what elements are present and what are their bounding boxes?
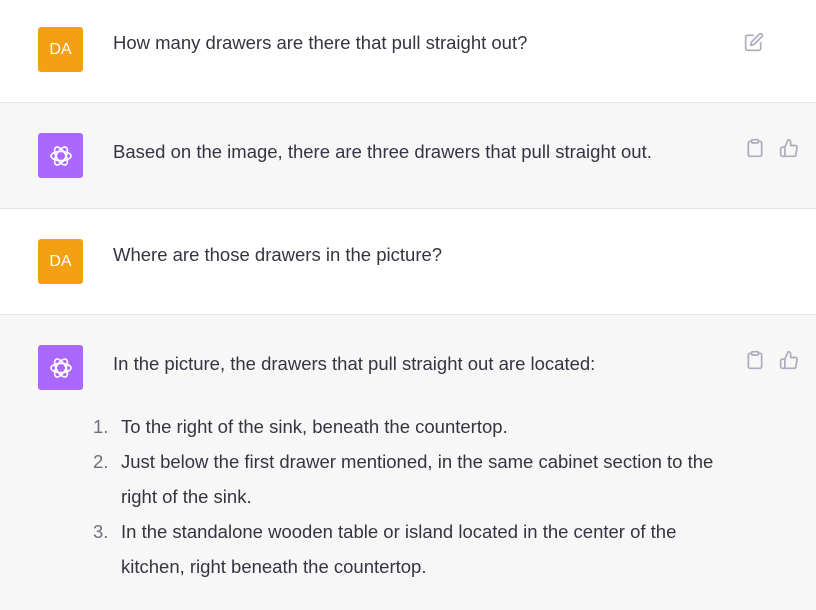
- user-avatar: DA: [38, 27, 83, 72]
- answer-list: 1. To the right of the sink, beneath the…: [93, 409, 733, 584]
- message-text: How many drawers are there that pull str…: [113, 32, 528, 53]
- message-text: Where are those drawers in the picture?: [113, 244, 443, 265]
- user-avatar: DA: [38, 239, 83, 284]
- list-number: 3.: [93, 521, 109, 542]
- openai-logo-icon: [49, 357, 72, 378]
- avatar-initials: DA: [49, 252, 72, 270]
- list-text: Just below the first drawer mentioned, i…: [121, 451, 714, 507]
- avatar-initials: DA: [49, 40, 72, 58]
- message-text: Based on the image, there are three draw…: [113, 141, 652, 162]
- message-text: In the picture, the drawers that pull st…: [113, 353, 596, 374]
- user-message-2: DA Where are those drawers in the pictur…: [0, 209, 816, 315]
- assistant-message-1: Based on the image, there are three draw…: [0, 103, 816, 209]
- list-item: 3. In the standalone wooden table or isl…: [93, 514, 733, 584]
- message-actions: [745, 138, 799, 158]
- edit-icon[interactable]: [744, 32, 764, 52]
- message-actions: [745, 350, 799, 370]
- assistant-avatar: [38, 345, 83, 390]
- list-number: 1.: [93, 416, 109, 437]
- message-actions: [744, 32, 764, 52]
- assistant-message-2: In the picture, the drawers that pull st…: [0, 315, 816, 610]
- assistant-avatar: [38, 133, 83, 178]
- list-item: 1. To the right of the sink, beneath the…: [93, 409, 733, 444]
- list-text: To the right of the sink, beneath the co…: [121, 416, 508, 437]
- thumbs-up-icon[interactable]: [779, 350, 799, 370]
- thumbs-up-icon[interactable]: [779, 138, 799, 158]
- list-number: 2.: [93, 451, 109, 472]
- user-message-1: DA How many drawers are there that pull …: [0, 0, 816, 103]
- clipboard-icon[interactable]: [745, 350, 765, 370]
- clipboard-icon[interactable]: [745, 138, 765, 158]
- list-item: 2. Just below the first drawer mentioned…: [93, 444, 733, 514]
- openai-logo-icon: [49, 145, 72, 166]
- list-text: In the standalone wooden table or island…: [121, 521, 677, 577]
